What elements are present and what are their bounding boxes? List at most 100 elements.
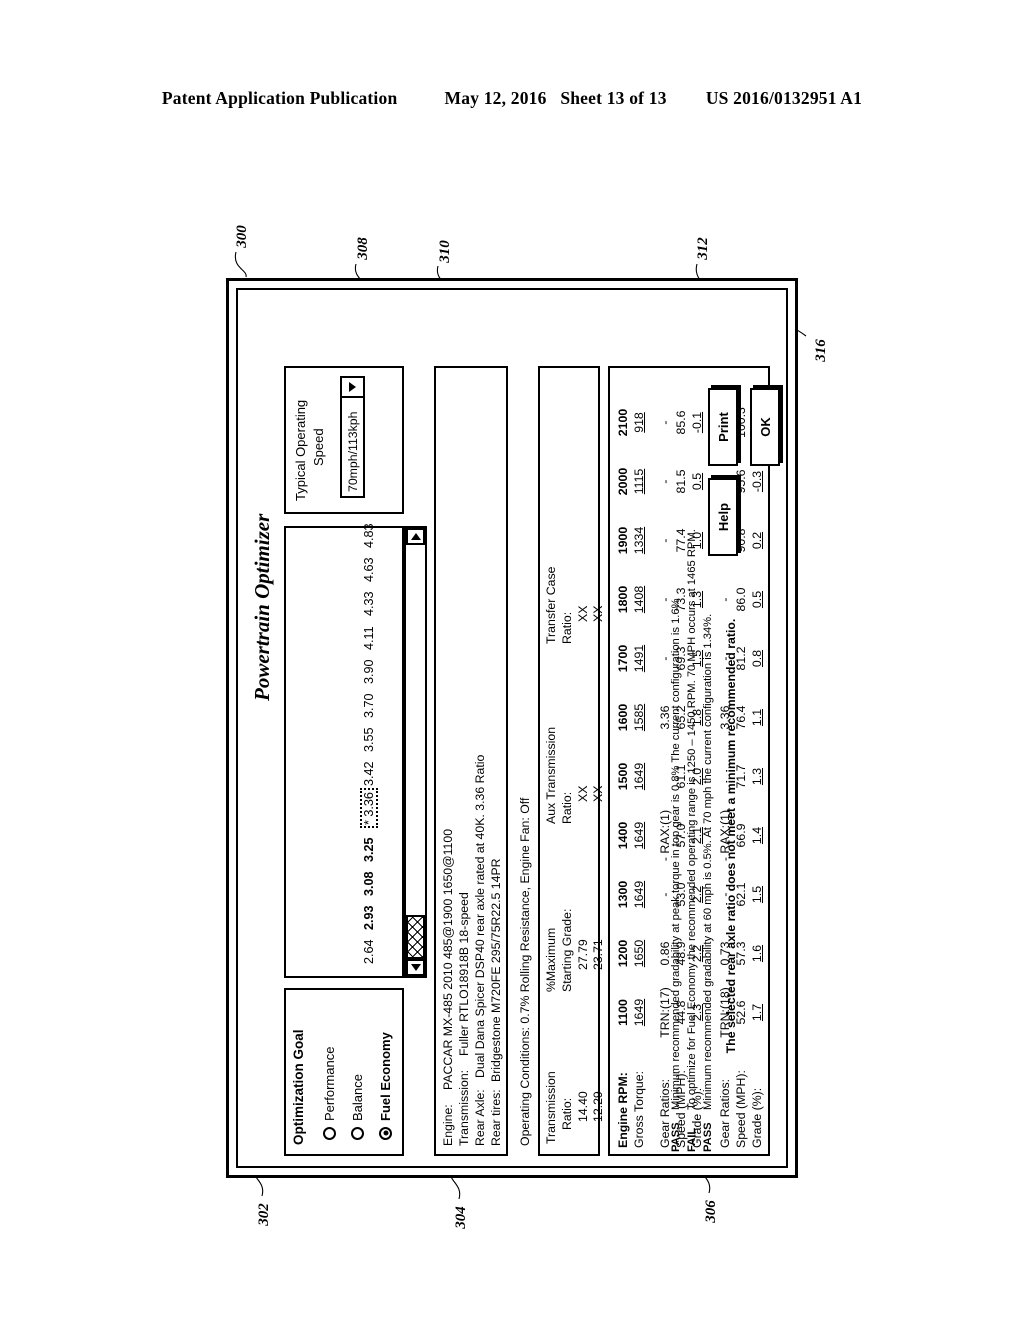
table-grade-cell: 1.6 [750, 944, 764, 963]
ratios-col-header-2: Ratio: [560, 1097, 574, 1130]
scroll-track[interactable] [406, 545, 425, 959]
radio-balance[interactable]: Balance [350, 1074, 365, 1140]
table-rpm-header: 1100 [616, 999, 630, 1026]
table-speed-cell: 81.5 [674, 469, 688, 494]
typical-speed-combobox[interactable]: 70mph/113kph [340, 376, 365, 498]
table-grade-cell: 1.5 [750, 885, 764, 904]
table-speed-cell: 85.6 [674, 410, 688, 435]
status-message-text: To optimize for Fuel Economy the recomme… [686, 529, 698, 1110]
ratios-col-value: XX [591, 785, 605, 802]
axle-ratio-option[interactable]: 3.90 [362, 659, 376, 684]
axle-ratio-option[interactable]: 3.08 [362, 871, 376, 896]
status-badge: PASS [702, 1122, 714, 1152]
table-grade-cell: 0.5 [690, 472, 704, 491]
table-grade-cell: -0.1 [690, 411, 704, 434]
engine-value: PACCAR MX-485 2010 485@1900 1650@1100 [441, 828, 455, 1090]
dialog-inner-frame: Powertrain Optimizer Optimization Goal P… [236, 288, 788, 1168]
optimization-goal-legend: Optimization Goal [291, 1029, 306, 1145]
axle-ratio-option[interactable]: 2.64 [362, 939, 376, 964]
table-gross-torque-cell: 1649 [632, 821, 646, 850]
table-grade-cell: 1.3 [750, 767, 764, 786]
table-gear-ratio-cell: - [658, 538, 672, 543]
scroll-left-button[interactable] [406, 959, 425, 976]
table-block-label: Grade (%): [750, 1087, 764, 1148]
typical-speed-dropdown-button[interactable] [342, 378, 363, 398]
scroll-thumb[interactable] [406, 915, 425, 959]
print-button[interactable]: Print [708, 388, 738, 466]
table-gross-torque-cell: 918 [632, 412, 646, 433]
arrow-right-icon [410, 533, 421, 540]
table-grade-cell: 0.5 [750, 590, 764, 609]
arrow-left-icon [410, 964, 421, 971]
radio-balance-icon [351, 1127, 364, 1140]
table-rpm-header: 1200 [616, 939, 630, 968]
optimization-goal-group: Optimization Goal Performance Balance Fu… [284, 988, 404, 1156]
ratios-col-value: 14.40 [576, 1091, 590, 1122]
table-gross-torque-cell: 1650 [632, 939, 646, 968]
ratios-col-value: 23.71 [591, 939, 605, 970]
table-rpm-header: 1700 [616, 644, 630, 673]
axle-ratio-listbox[interactable]: 2.64 2.93 3.08 3.25 * 3.36 3.42 3.55 3.70 3.90 4.… [284, 523, 404, 978]
table-gear-ratio-cell: - [658, 479, 672, 484]
ratios-col-value: 12.29 [591, 1091, 605, 1122]
typical-speed-legend-line1: Typical Operating [293, 399, 308, 501]
radio-performance-label: Performance [322, 1046, 337, 1121]
typical-speed-value: 70mph/113kph [345, 411, 360, 492]
radio-fuel-economy[interactable]: Fuel Economy [378, 1032, 393, 1140]
table-grade-cell: 0.2 [750, 531, 764, 550]
table-grade-cell: 1.4 [750, 826, 764, 845]
table-gross-torque-cell: 1649 [632, 880, 646, 909]
table-rpm-header: 1400 [616, 821, 630, 850]
rear-tires-value: Bridgestone M720FE 295/75R22.5 14PR [489, 858, 503, 1082]
axle-ratio-option[interactable]: 3.42 [362, 761, 376, 786]
axle-ratio-scrollbar[interactable] [404, 526, 427, 978]
transmission-label: Transmission: [457, 1069, 471, 1146]
ratios-col-header-2: Ratio: [560, 611, 574, 644]
axle-ratio-option[interactable]: 3.25 [362, 837, 376, 862]
ratios-col-header-1: Transfer Case [544, 566, 558, 644]
table-rpm-header: 1900 [616, 526, 630, 555]
dialog-title: Powertrain Optimizer [250, 513, 274, 701]
vehicle-spec-panel: Engine: PACCAR MX-485 2010 485@1900 1650… [434, 366, 508, 1156]
footer-note: The selected rear axle ratio does not me… [724, 618, 738, 1054]
table-gross-torque-cell: 1649 [632, 762, 646, 791]
table-gross-torque-cell: 1585 [632, 703, 646, 732]
axle-ratio-option[interactable]: 4.33 [362, 591, 376, 616]
table-gear-ratio-cell: - [658, 420, 672, 425]
ratios-col-value: XX [591, 605, 605, 622]
axle-ratio-option[interactable]: 4.63 [362, 557, 376, 582]
status-message-text: Minimum recommended gradability at peak … [670, 598, 682, 1110]
radio-performance[interactable]: Performance [322, 1047, 337, 1140]
radio-balance-label: Balance [350, 1074, 365, 1121]
axle-ratio-option[interactable]: 4.11 [362, 626, 376, 650]
rear-axle-value: Dual Dana Spicer DSP40 rear axle rated a… [473, 754, 487, 1078]
axle-ratio-option[interactable]: * 3.36 [360, 788, 378, 828]
table-grade-cell: 1.1 [750, 708, 764, 727]
table-gross-torque-cell: 1408 [632, 585, 646, 614]
axle-ratio-option[interactable]: 4.83 [362, 523, 376, 548]
rear-axle-label: Rear Axle: [473, 1089, 487, 1146]
table-rpm-header: 1300 [616, 880, 630, 909]
table-rpm-header: 1500 [616, 762, 630, 791]
ratios-col-header-1: %Maximum [544, 927, 558, 992]
radio-fuel-economy-label: Fuel Economy [378, 1032, 393, 1121]
help-button[interactable]: Help [708, 478, 738, 556]
axle-ratio-option[interactable]: 2.93 [362, 905, 376, 930]
ratios-col-header-1: Aux Transmission [544, 726, 558, 824]
ratios-col-header-2: Ratio: [560, 791, 574, 824]
ratios-col-value: XX [576, 785, 590, 802]
radio-fuel-economy-icon [379, 1127, 392, 1140]
table-label-engine-rpm: Engine RPM: [616, 1072, 630, 1148]
axle-ratio-option[interactable]: 3.55 [362, 727, 376, 752]
table-rpm-header: 1800 [616, 585, 630, 614]
table-gross-torque-cell: 1491 [632, 644, 646, 673]
table-label-gross-torque: Gross Torque: [632, 1070, 646, 1148]
scroll-right-button[interactable] [406, 528, 425, 545]
axle-ratio-option[interactable]: 3.70 [362, 693, 376, 718]
ok-button[interactable]: OK [750, 388, 780, 466]
table-gross-torque-cell: 1115 [632, 468, 646, 495]
status-message-text: Minimum recommended gradability at 60 mp… [702, 613, 714, 1110]
table-gross-torque-cell: 1334 [632, 526, 646, 555]
transmission-value: Fuller RTLO18918B 18-speed [457, 892, 471, 1056]
typical-operating-speed-group: Typical Operating Speed 70mph/113kph [284, 366, 404, 514]
